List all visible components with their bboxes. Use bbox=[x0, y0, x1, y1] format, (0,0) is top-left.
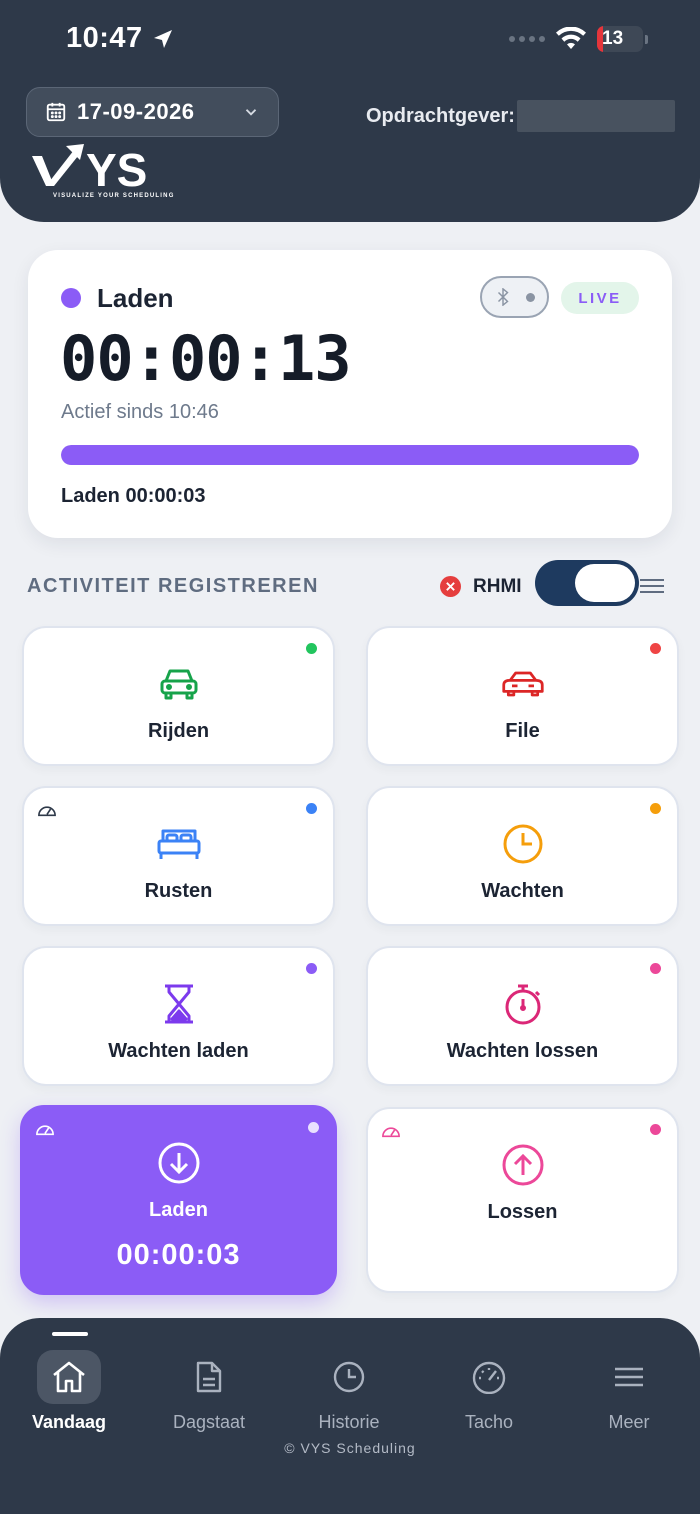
activity-tile-rusten[interactable]: Rusten bbox=[22, 786, 335, 926]
document-icon bbox=[196, 1361, 222, 1393]
battery-level: 13 bbox=[602, 28, 624, 49]
activity-label: File bbox=[505, 720, 540, 742]
calendar-icon bbox=[46, 102, 66, 122]
stopwatch-icon bbox=[501, 982, 545, 1026]
car-icon bbox=[157, 662, 201, 706]
hourglass-icon bbox=[157, 982, 201, 1026]
nav-item-vandaag[interactable]: Vandaag bbox=[4, 1350, 134, 1433]
battery-icon: 13 bbox=[597, 26, 643, 52]
tacho-gauge-icon bbox=[36, 1125, 54, 1136]
clock-icon bbox=[333, 1361, 365, 1393]
nav-active-indicator bbox=[52, 1332, 88, 1336]
drag-handle-icon[interactable] bbox=[640, 578, 664, 594]
menu-icon bbox=[615, 1367, 643, 1387]
activity-label: Rusten bbox=[144, 880, 213, 902]
client-info: Opdrachtgever: bbox=[366, 100, 675, 132]
status-bar-right: 13 bbox=[509, 26, 648, 52]
app-header: 10:47 13 17-09-2026 Opdrachtgever: YS VI… bbox=[0, 0, 700, 222]
vys-logo: YS VISUALIZE YOUR SCHEDULING bbox=[30, 142, 190, 204]
status-dot bbox=[306, 803, 317, 814]
clock-icon bbox=[501, 822, 545, 866]
nav-item-tacho[interactable]: Tacho bbox=[424, 1350, 554, 1433]
nav-item-historie[interactable]: Historie bbox=[284, 1350, 414, 1433]
status-dot bbox=[650, 1124, 661, 1135]
nav-item-dagstaat[interactable]: Dagstaat bbox=[144, 1350, 274, 1433]
client-label: Opdrachtgever: bbox=[366, 104, 515, 127]
status-bar-time: 10:47 bbox=[66, 22, 175, 55]
activity-tile-lossen[interactable]: Lossen bbox=[366, 1107, 679, 1293]
tacho-gauge-icon bbox=[382, 1127, 400, 1138]
nav-item-meer[interactable]: Meer bbox=[564, 1350, 694, 1433]
rhmi-toggle[interactable] bbox=[535, 560, 639, 606]
bluetooth-toggle[interactable] bbox=[480, 276, 549, 318]
status-dot bbox=[650, 643, 661, 654]
nav-label: Dagstaat bbox=[172, 1412, 246, 1432]
nav-label: Tacho bbox=[464, 1412, 514, 1432]
arrow-up-circle-icon bbox=[501, 1143, 545, 1187]
copyright-text: © VYS Scheduling bbox=[284, 1440, 416, 1456]
chevron-down-icon bbox=[245, 109, 257, 116]
status-dot bbox=[308, 1122, 319, 1133]
activity-label: Lossen bbox=[487, 1201, 558, 1223]
location-arrow-icon bbox=[153, 29, 172, 48]
activity-label: Wachten bbox=[481, 880, 564, 902]
date-picker-button[interactable]: 17-09-2026 bbox=[26, 87, 279, 137]
nav-label: Meer bbox=[608, 1412, 650, 1432]
activity-progress-bar bbox=[61, 445, 639, 465]
arrow-down-circle-icon bbox=[157, 1141, 201, 1185]
activity-color-dot bbox=[61, 288, 81, 308]
sub-activity-timer: Laden 00:00:03 bbox=[61, 485, 206, 507]
rhmi-status-x-icon bbox=[440, 576, 461, 597]
traffic-car-icon bbox=[501, 662, 545, 706]
vys-logo-mark-icon: YS bbox=[32, 144, 147, 196]
activity-label: Laden bbox=[149, 1199, 208, 1221]
live-badge: LIVE bbox=[561, 282, 639, 314]
activity-tile-wachten-lossen[interactable]: Wachten lossen bbox=[366, 946, 679, 1086]
gauge-icon bbox=[472, 1361, 506, 1394]
activity-tile-laden[interactable]: Laden 00:00:03 bbox=[20, 1105, 337, 1295]
activity-label: Rijden bbox=[147, 720, 210, 742]
selected-date: 17-09-2026 bbox=[77, 99, 195, 124]
activity-tile-wachten[interactable]: Wachten bbox=[366, 786, 679, 926]
client-name-redacted bbox=[516, 100, 675, 132]
status-dot bbox=[306, 643, 317, 654]
activity-tile-rijden[interactable]: Rijden bbox=[22, 626, 335, 766]
activity-tile-file[interactable]: File bbox=[366, 626, 679, 766]
nav-label: Vandaag bbox=[31, 1412, 107, 1432]
nav-label: Historie bbox=[318, 1412, 380, 1432]
current-activity-name: Laden bbox=[97, 283, 174, 313]
bluetooth-icon bbox=[497, 288, 509, 306]
logo-text: YS bbox=[86, 144, 147, 194]
rhmi-label: RHMI bbox=[473, 576, 522, 597]
activity-label: Wachten laden bbox=[108, 1040, 249, 1062]
activity-timer: 00:00:03 bbox=[116, 1239, 241, 1271]
wifi-icon bbox=[556, 27, 586, 49]
bottom-navigation: Vandaag Dagstaat Historie Tacho Meer © V… bbox=[0, 1318, 700, 1514]
clock-text: 10:47 bbox=[66, 22, 143, 54]
logo-tagline: VISUALIZE YOUR SCHEDULING bbox=[53, 193, 175, 199]
status-dot bbox=[306, 963, 317, 974]
tacho-gauge-icon bbox=[38, 806, 56, 817]
section-title: ACTIVITEIT REGISTREREN bbox=[27, 575, 319, 597]
status-dot bbox=[650, 803, 661, 814]
current-activity-card: Laden LIVE 00:00:13 Actief sinds 10:46 L… bbox=[28, 250, 672, 538]
status-dot bbox=[650, 963, 661, 974]
bed-icon bbox=[157, 822, 201, 866]
home-icon bbox=[53, 1361, 85, 1393]
elapsed-timer: 00:00:13 bbox=[60, 322, 352, 395]
activity-label: Wachten lossen bbox=[446, 1040, 599, 1062]
activity-tile-wachten-laden[interactable]: Wachten laden bbox=[22, 946, 335, 1086]
cellular-signal-icon bbox=[509, 36, 545, 42]
active-since-text: Actief sinds 10:46 bbox=[61, 401, 219, 423]
